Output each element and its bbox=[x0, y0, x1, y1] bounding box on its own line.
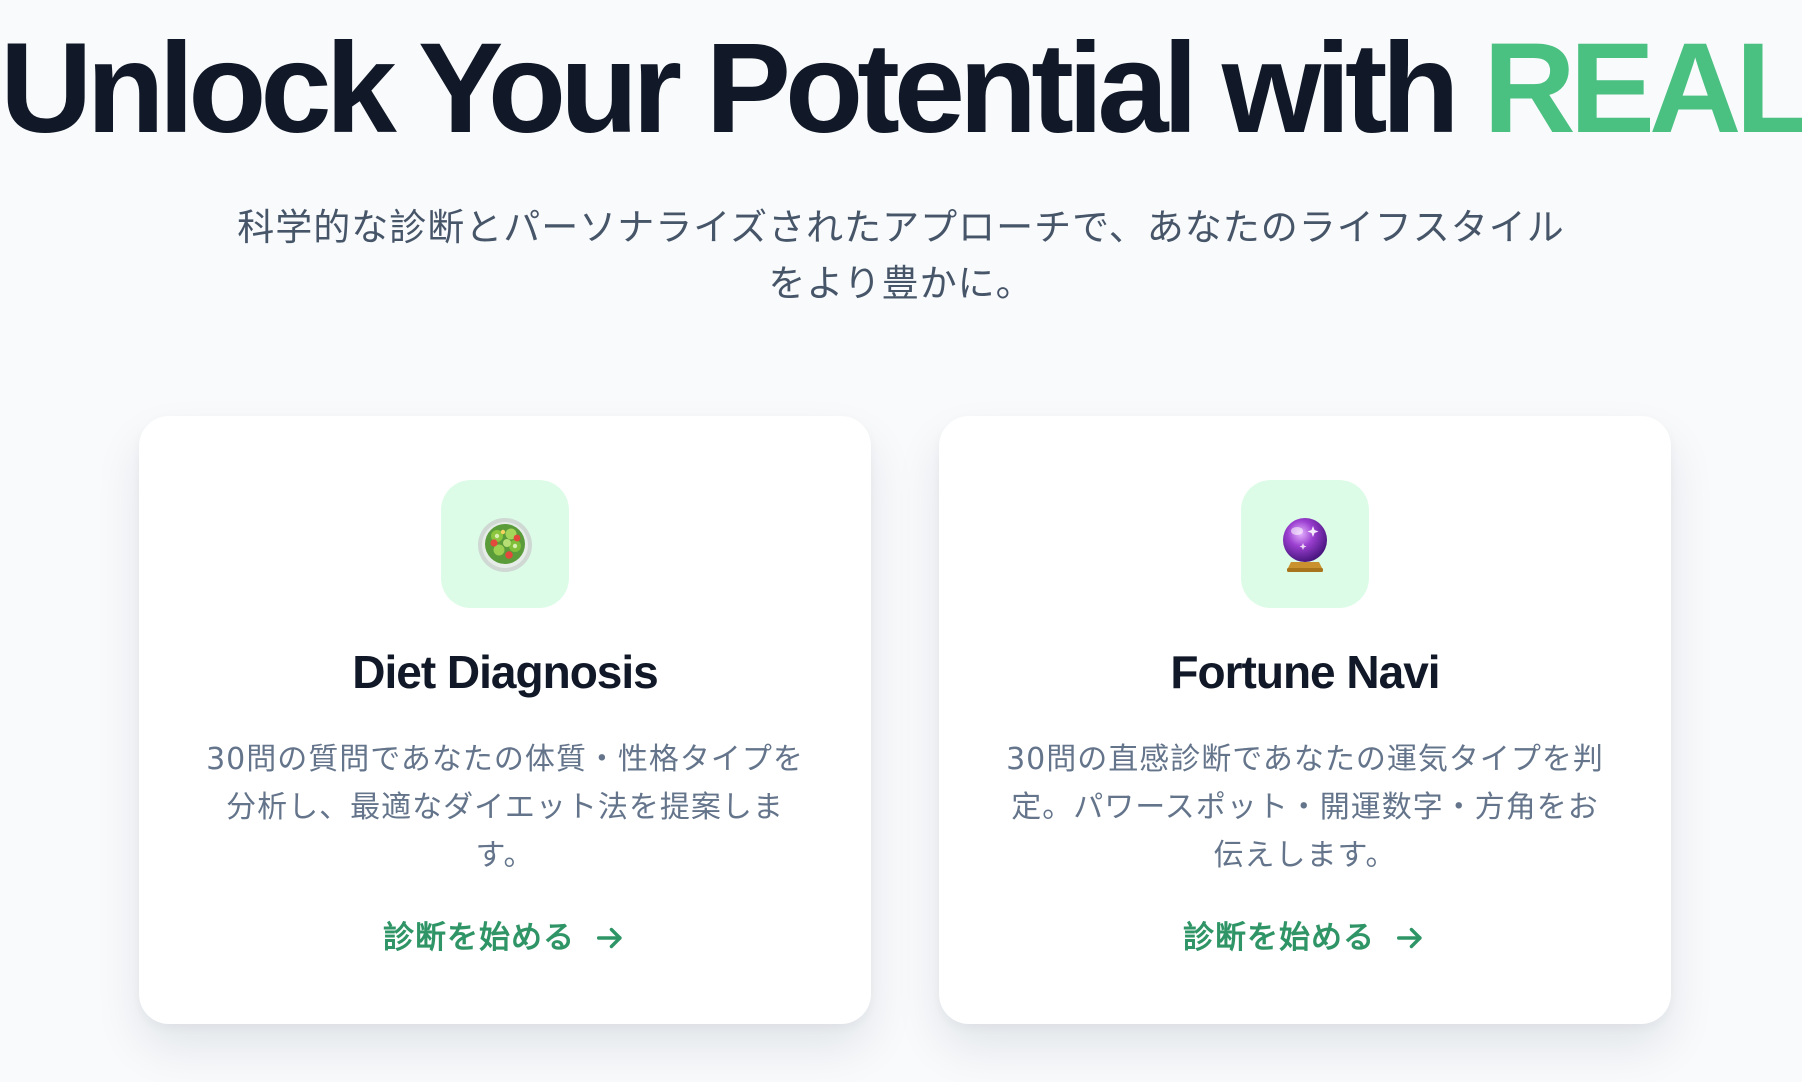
start-diet-diagnosis-link[interactable]: 診断を始める bbox=[139, 912, 871, 964]
card-title: Fortune Navi bbox=[1170, 646, 1440, 698]
cta-label: 診断を始める bbox=[1183, 920, 1375, 956]
card-icon-box bbox=[1241, 480, 1369, 608]
arrow-right-icon bbox=[1396, 927, 1422, 949]
hero-title: Unlock Your Potential with REAL bbox=[0, 14, 1802, 164]
hero-title-accent: REAL bbox=[1483, 17, 1802, 160]
hero-title-main: Unlock Your Potential with bbox=[0, 17, 1484, 160]
fortune-navi-card[interactable]: Fortune Navi 30問の直感診断であなたの運気タイプを判定。パワースポ… bbox=[939, 416, 1671, 1024]
card-icon-box bbox=[441, 480, 569, 608]
crystal-ball-icon bbox=[1283, 518, 1327, 572]
salad-bowl-icon bbox=[478, 518, 532, 572]
hero-subtitle: 科学的な診断とパーソナライズされたアプローチで、あなたのライフスタイルをより豊か… bbox=[237, 206, 1565, 305]
card-description: 30問の直感診断であなたの運気タイプを判定。パワースポット・開運数字・方角をお伝… bbox=[1006, 742, 1604, 873]
diet-diagnosis-card[interactable]: Diet Diagnosis 30問の質問であなたの体質・性格タイプを分析し、最… bbox=[139, 416, 871, 1024]
arrow-right-icon bbox=[596, 927, 622, 949]
start-fortune-navi-link[interactable]: 診断を始める bbox=[939, 912, 1671, 964]
cta-label: 診断を始める bbox=[383, 920, 575, 956]
card-description: 30問の質問であなたの体質・性格タイプを分析し、最適なダイエット法を提案します。 bbox=[206, 742, 804, 873]
card-title: Diet Diagnosis bbox=[352, 646, 659, 698]
landing-page: Unlock Your Potential with REAL 科学的な診断とパ… bbox=[0, 0, 1802, 1082]
